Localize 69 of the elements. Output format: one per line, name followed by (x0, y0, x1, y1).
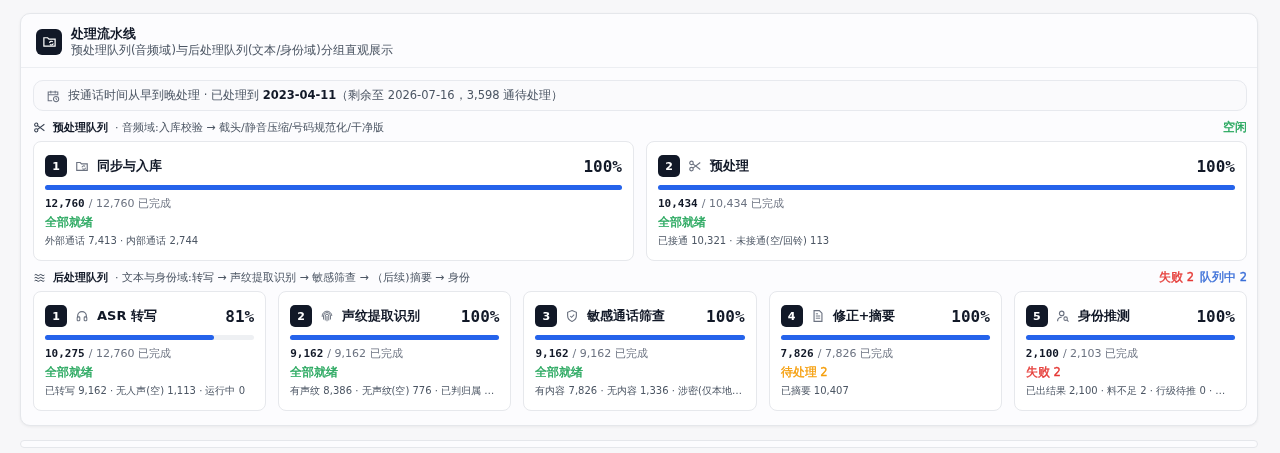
section-title: 预处理队列 (53, 120, 108, 135)
step-number: 2 (290, 305, 313, 327)
step-number: 1 (45, 155, 67, 177)
stage-status: 全部就绪 (290, 365, 339, 380)
done-count: 12,760 (45, 197, 85, 210)
total-count: / 9,162 已完成 (327, 347, 403, 360)
stage-details: 已摘要 10,407 (780, 384, 850, 398)
progress-percent: 81% (225, 306, 255, 326)
user-search-icon (1055, 309, 1070, 323)
stage-name: 身份推测 (1077, 307, 1130, 325)
section-title: 后处理队列 (53, 270, 108, 285)
done-count: 7,826 (780, 347, 814, 360)
total-count: / 2,103 已完成 (1062, 347, 1139, 360)
stage-status: 全部就绪 (658, 215, 706, 230)
info-text: 按通话时间从早到晚处理 · 已处理到 2023-04-11（剩余至 2026-07-16，3,598 通待处理） (68, 88, 564, 103)
stage-details: 外部通话 7,413 · 内部通话 2,744 (45, 234, 200, 248)
panel-subtitle: 预处理队列(音频域)与后处理队列(文本/身份域)分组直观展示 (71, 42, 393, 58)
folder-icon (75, 159, 89, 173)
stage-name: 声纹提取识别 (342, 307, 421, 325)
scissors-icon (33, 121, 46, 134)
section-description: · 音频域:入库校验 → 截头/静音压缩/号码规范化/干净版 (115, 120, 385, 135)
stage-details: 已转写 9,162 · 无人声(空) 1,113 · 运行中 0 (45, 384, 247, 398)
step-number: 1 (45, 305, 67, 327)
step-number: 4 (780, 305, 803, 327)
progress-percent: 100% (583, 156, 622, 176)
total-count: / 9,162 已完成 (572, 347, 648, 360)
total-count: / 12,760 已完成 (88, 197, 171, 210)
stage-status: 全部就绪 (45, 365, 93, 380)
stage-name: 同步与入库 (97, 157, 162, 175)
done-count: 9,162 (535, 347, 569, 360)
stage-name: 敏感通话筛查 (587, 307, 666, 325)
total-count: / 10,434 已完成 (701, 197, 784, 210)
stage-status: 全部就绪 (535, 365, 584, 380)
status-label: 队列中 2 (1200, 270, 1247, 285)
stage-details: 已接通 10,321 · 未接通(空/回铃) 113 (658, 234, 831, 248)
document-icon (810, 309, 825, 323)
stage-details: 已出结果 2,100 · 料不足 2 · 行级待推 0 · … (1025, 384, 1227, 398)
step-number: 3 (535, 305, 558, 327)
headset-icon (75, 309, 89, 323)
stage-status: 全部就绪 (45, 215, 93, 230)
stage-name: 修正+摘要 (832, 307, 896, 325)
total-count: / 12,760 已完成 (88, 347, 171, 360)
app-logo-icon (36, 28, 62, 55)
waves-icon (33, 271, 46, 284)
status-label: 空闲 (1223, 120, 1247, 135)
scissors-icon (688, 159, 702, 173)
progress-percent: 100% (951, 306, 990, 326)
stage-name: ASR 转写 (97, 307, 157, 325)
progress-percent: 100% (1196, 156, 1235, 176)
stage-status: 待处理 2 (780, 365, 828, 380)
stage-status: 失败 2 (1025, 365, 1061, 380)
status-label: 失败 2 (1159, 270, 1194, 285)
progress-percent: 100% (706, 306, 745, 326)
stage-name: 预处理 (710, 157, 749, 175)
stage-details: 有声纹 8,386 · 无声纹(空) 776 · 已判归属 … (290, 384, 496, 398)
done-count: 2,100 (1025, 347, 1059, 360)
calendar-clock-icon (46, 88, 60, 103)
step-number: 2 (658, 155, 680, 177)
done-count: 10,275 (45, 347, 85, 360)
progress-percent: 100% (1196, 306, 1235, 326)
total-count: / 7,826 已完成 (817, 347, 893, 360)
done-count: 10,434 (658, 197, 698, 210)
section-description: · 文本与身份域:转写 → 声纹提取识别 → 敏感筛查 → （后续)摘要 → 身份 (115, 270, 470, 285)
step-number: 5 (1025, 305, 1048, 327)
stage-details: 有内容 7,826 · 无内容 1,336 · 涉密(仅本地… (535, 384, 743, 398)
done-count: 9,162 (290, 347, 324, 360)
progress-percent: 100% (460, 306, 500, 326)
panel-title: 处理流水线 (71, 25, 137, 42)
shield-icon (565, 309, 580, 323)
